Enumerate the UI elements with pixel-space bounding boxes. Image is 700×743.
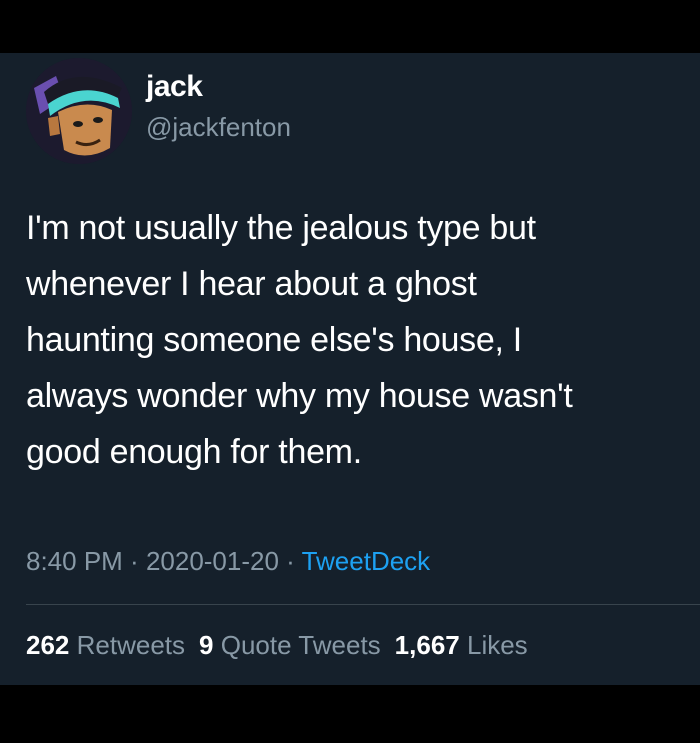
retweets-stat[interactable]: 262 Retweets — [26, 630, 185, 660]
quote-tweets-stat[interactable]: 9 Quote Tweets — [199, 630, 381, 660]
likes-count: 1,667 — [394, 630, 460, 660]
retweets-label: Retweets — [76, 630, 186, 660]
tweet-text: I'm not usually the jealous type but whe… — [26, 209, 573, 471]
divider — [26, 604, 700, 605]
tweet-date[interactable]: 2020-01-20 — [146, 546, 279, 576]
tweet-stats: 262 Retweets 9 Quote Tweets 1,667 Likes — [26, 630, 542, 661]
likes-label: Likes — [466, 630, 528, 660]
avatar[interactable] — [26, 58, 132, 164]
cartoon-avatar-icon — [26, 58, 132, 164]
quote-tweets-count: 9 — [199, 630, 214, 660]
retweets-count: 262 — [26, 630, 70, 660]
bottom-bar — [0, 685, 700, 743]
likes-stat[interactable]: 1,667 Likes — [395, 630, 528, 660]
meta-separator: · — [122, 546, 146, 576]
display-name[interactable]: jack — [146, 70, 203, 104]
tweet-source-link[interactable]: TweetDeck — [302, 546, 431, 576]
user-handle[interactable]: @jackfenton — [146, 112, 291, 143]
tweet-meta: 8:40 PM · 2020-01-20 · TweetDeck — [26, 546, 430, 577]
quote-tweets-label: Quote Tweets — [220, 630, 381, 660]
tweet-time[interactable]: 8:40 PM — [26, 546, 123, 576]
meta-separator: · — [278, 546, 302, 576]
